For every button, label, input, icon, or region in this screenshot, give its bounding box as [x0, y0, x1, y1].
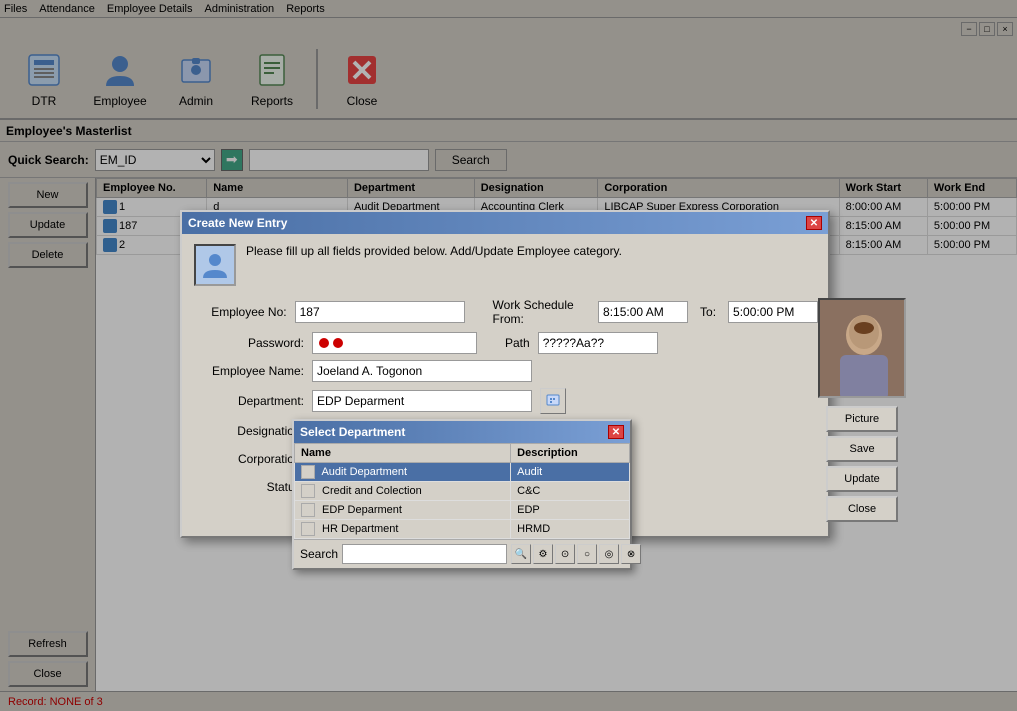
form-row-empname: Employee Name: [194, 360, 818, 382]
dept-row-icon [301, 522, 315, 536]
form-row-empno: Employee No: Work Schedule From: To: [194, 298, 818, 326]
modal-info-avatar [194, 244, 236, 286]
dept-table-row[interactable]: HR Department HRMD [295, 520, 630, 539]
update-modal-button[interactable]: Update [826, 466, 898, 492]
corporation-label: Corporation: [194, 452, 304, 466]
dept-cell-name: EDP Deparment [295, 501, 511, 520]
modal-info: Please fill up all fields provided below… [194, 244, 816, 286]
dept-search-icon-2[interactable]: ⚙ [533, 544, 553, 564]
modal-body: Please fill up all fields provided below… [182, 234, 828, 536]
dept-search-icon-3[interactable]: ⊙ [555, 544, 575, 564]
dept-search-input[interactable] [342, 544, 507, 564]
picture-button[interactable]: Picture [826, 406, 898, 432]
work-schedule-label: Work Schedule From: [493, 298, 591, 326]
dept-search-bar: Search 🔍 ⚙ ⊙ ○ ◎ ⊗ [294, 539, 630, 568]
photo-actions-panel: Picture Save Update Close [818, 298, 906, 526]
dept-table-row[interactable]: Credit and Colection C&C [295, 482, 630, 501]
dept-search-icon-4[interactable]: ○ [577, 544, 597, 564]
dept-label: Department: [194, 394, 304, 408]
dept-cell-desc: Audit [511, 463, 630, 482]
dept-popup-title: Select Department [300, 425, 405, 439]
work-schedule-from-input[interactable] [598, 301, 688, 323]
empname-label: Employee Name: [194, 364, 304, 378]
dept-search-label: Search [300, 547, 338, 561]
employee-photo [818, 298, 906, 398]
dept-popup-close-button[interactable]: ✕ [608, 425, 624, 439]
save-button[interactable]: Save [826, 436, 898, 462]
work-to-label: To: [700, 305, 716, 319]
dept-row-icon [301, 503, 315, 517]
dept-popup-titlebar: Select Department ✕ [294, 421, 630, 443]
close-modal-button[interactable]: Close [826, 496, 898, 522]
dept-cell-name: Credit and Colection [295, 482, 511, 501]
path-label: Path [505, 336, 530, 350]
dept-cell-desc: HRMD [511, 520, 630, 539]
create-entry-modal: Create New Entry ✕ Please fill up all fi… [180, 210, 830, 538]
dept-table-row[interactable]: EDP Deparment EDP [295, 501, 630, 520]
form-row-dept: Department: [194, 388, 818, 414]
dept-picker-button[interactable] [540, 388, 566, 414]
dept-cell-desc: C&C [511, 482, 630, 501]
modal-info-text: Please fill up all fields provided below… [246, 244, 622, 258]
password-label: Password: [194, 336, 304, 350]
status-label: Status: [194, 480, 304, 494]
dept-col-name: Name [295, 444, 511, 463]
dept-search-icons: 🔍 ⚙ ⊙ ○ ◎ ⊗ [511, 544, 641, 564]
dept-table: Name Description Audit Department Audit … [294, 443, 630, 539]
empname-input[interactable] [312, 360, 532, 382]
dept-cell-name: Audit Department [295, 463, 511, 482]
dept-row-icon [301, 465, 315, 479]
select-department-popup: Select Department ✕ Name Description Aud… [292, 419, 632, 570]
dept-search-icon-6[interactable]: ⊗ [621, 544, 641, 564]
dept-table-row[interactable]: Audit Department Audit [295, 463, 630, 482]
dept-input[interactable] [312, 390, 532, 412]
dept-col-desc: Description [511, 444, 630, 463]
empno-input[interactable] [295, 301, 465, 323]
designation-label: Designation: [194, 424, 304, 438]
password-field[interactable] [312, 332, 477, 354]
modal-close-button[interactable]: ✕ [806, 216, 822, 230]
empno-label: Employee No: [194, 305, 287, 319]
modal-title: Create New Entry [188, 216, 287, 230]
dept-search-icon-1[interactable]: 🔍 [511, 544, 531, 564]
pwd-dot-1 [319, 338, 329, 348]
dept-row-icon [301, 484, 315, 498]
dept-search-icon-5[interactable]: ◎ [599, 544, 619, 564]
dept-cell-name: HR Department [295, 520, 511, 539]
form-row-password: Password: Path [194, 332, 818, 354]
work-schedule-to-input[interactable] [728, 301, 818, 323]
dept-cell-desc: EDP [511, 501, 630, 520]
pwd-dot-2 [333, 338, 343, 348]
path-input[interactable] [538, 332, 658, 354]
modal-titlebar: Create New Entry ✕ [182, 212, 828, 234]
